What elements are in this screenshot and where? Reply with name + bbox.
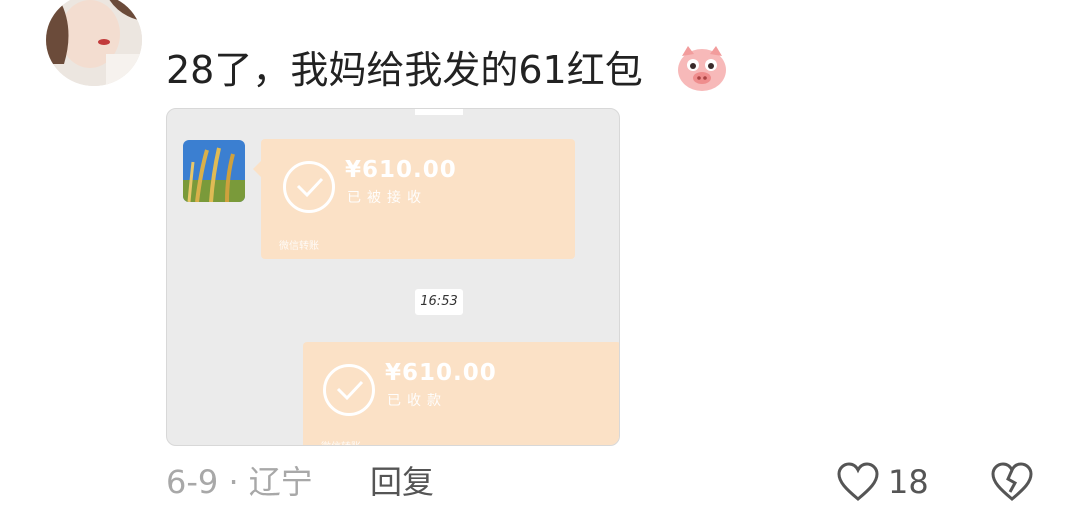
bubble-tail [253, 161, 261, 177]
reply-button[interactable]: 回复 [370, 460, 434, 504]
transfer-amount: ¥610.00 [385, 360, 497, 386]
transfer-status: 已被接收 [347, 190, 427, 206]
transfer-sent-bubble[interactable]: ¥610.00 已被接收 微信转账 [253, 139, 575, 259]
transfer-status: 已收款 [387, 393, 447, 409]
chat-timestamp: 16:53 [415, 289, 463, 315]
commenter-avatar[interactable] [46, 0, 142, 86]
transfer-footer: 微信转账 [321, 438, 361, 445]
comment-text: 28了，我妈给我发的61红包 [166, 48, 643, 92]
check-circle-icon [283, 161, 335, 213]
chat-screenshot[interactable]: ¥610.00 已被接收 微信转账 16:53 ¥610.00 已收款 微信转账 [166, 108, 620, 446]
heart-icon[interactable] [836, 462, 880, 502]
screenshot-top-marker [415, 109, 463, 115]
transfer-amount: ¥610.00 [345, 157, 457, 183]
broken-heart-icon[interactable] [990, 462, 1034, 502]
check-circle-icon [323, 364, 375, 416]
pig-face-icon [676, 44, 728, 92]
transfer-footer: 微信转账 [279, 241, 319, 252]
comment-date-location: 6-9 · 辽宁 [166, 463, 313, 501]
sender-avatar [183, 140, 245, 202]
transfer-received-bubble[interactable]: ¥610.00 已收款 微信转账 [303, 342, 619, 445]
like-count: 18 [888, 463, 929, 501]
